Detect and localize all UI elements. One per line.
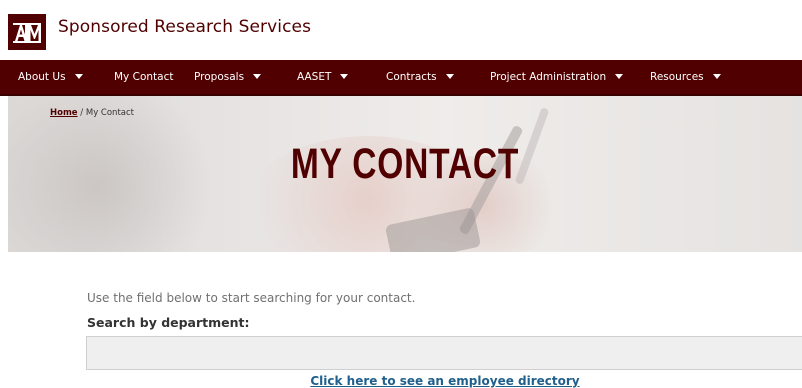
tamu-logo[interactable]	[8, 14, 46, 50]
nav-item-my-contact[interactable]: My Contact	[114, 60, 173, 94]
search-label: Search by department:	[87, 315, 250, 330]
main-nav: About Us My Contact Proposals AASET Cont…	[0, 60, 802, 96]
nav-item-project-administration[interactable]: Project Administration	[490, 60, 624, 94]
breadcrumb-current: My Contact	[85, 108, 134, 118]
caret-down-icon	[74, 74, 83, 79]
nav-item-label: Proposals	[194, 71, 245, 83]
nav-item-about-us[interactable]: About Us	[18, 60, 83, 94]
nav-item-label: About Us	[18, 71, 66, 83]
breadcrumb-home-link[interactable]: Home	[50, 108, 78, 118]
breadcrumb: Home / My Contact	[50, 108, 134, 118]
nav-item-resources[interactable]: Resources	[650, 60, 721, 94]
employee-directory-link[interactable]: Click here to see an employee directory	[0, 374, 802, 388]
caret-down-icon	[253, 74, 262, 79]
nav-item-label: Contracts	[386, 71, 437, 83]
caret-down-icon	[340, 74, 349, 79]
department-search-input[interactable]	[86, 336, 802, 370]
caret-down-icon	[712, 74, 721, 79]
atm-logo-icon	[13, 23, 41, 43]
hero-banner: Home / My Contact MY CONTACT	[8, 96, 802, 252]
page-title: MY CONTACT	[290, 140, 520, 188]
caret-down-icon	[615, 74, 624, 79]
nav-item-label: My Contact	[114, 71, 174, 83]
nav-item-contracts[interactable]: Contracts	[386, 60, 454, 94]
caret-down-icon	[445, 74, 454, 79]
breadcrumb-separator: /	[80, 108, 84, 118]
nav-item-label: AASET	[297, 71, 332, 83]
nav-item-aaset[interactable]: AASET	[297, 60, 349, 94]
nav-item-label: Project Administration	[490, 71, 607, 83]
site-header: Sponsored Research Services	[0, 0, 802, 60]
nav-item-label: Resources	[650, 71, 704, 83]
nav-item-proposals[interactable]: Proposals	[194, 60, 262, 94]
intro-text: Use the field below to start searching f…	[87, 291, 416, 305]
site-title[interactable]: Sponsored Research Services	[58, 17, 311, 37]
